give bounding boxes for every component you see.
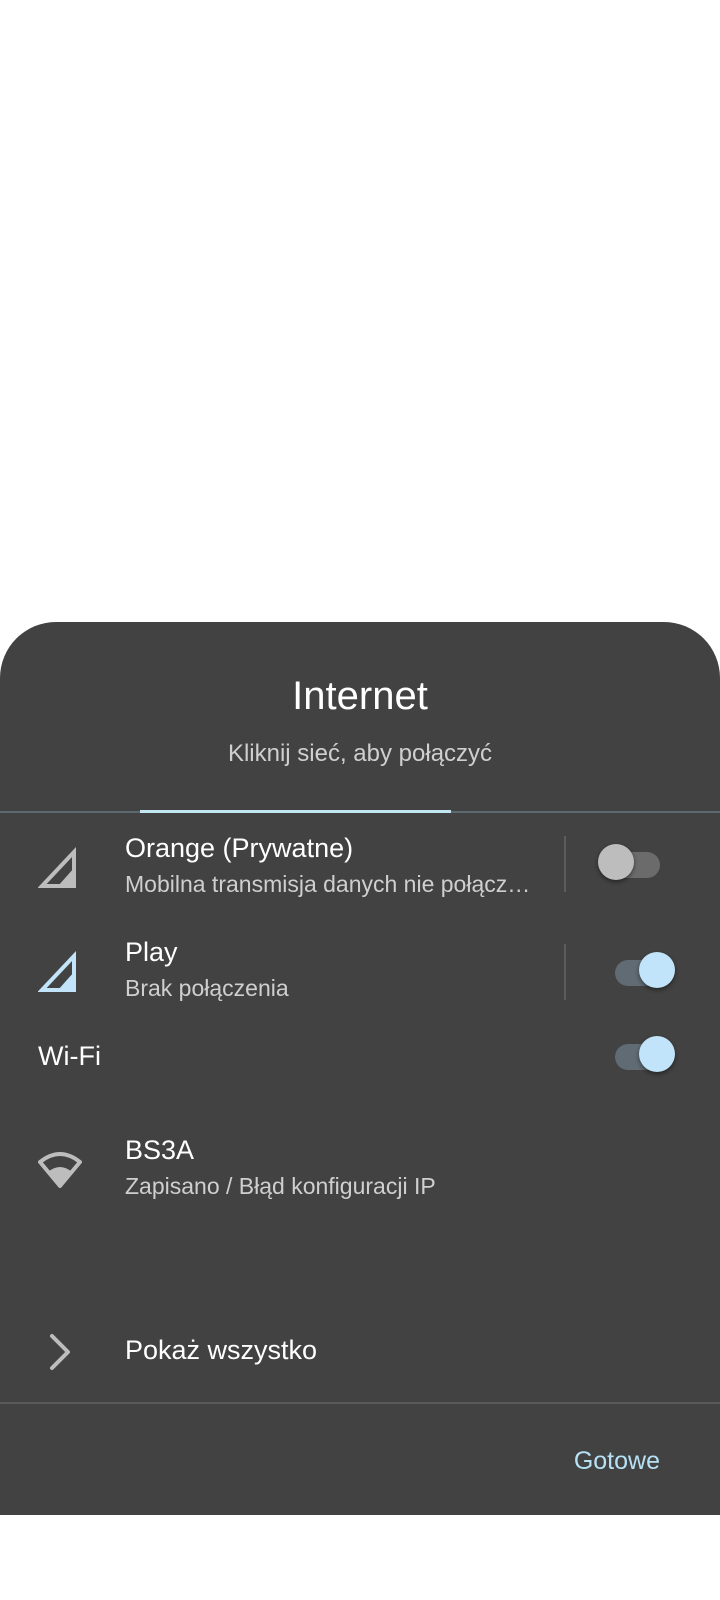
network-row-orange[interactable]: Orange (Prywatne) Mobilna transmisja dan…	[0, 818, 720, 908]
screen: Internet Kliknij sieć, aby połączyć Oran…	[0, 0, 720, 1600]
signal-icon	[37, 950, 82, 994]
done-button[interactable]: Gotowe	[566, 1442, 668, 1480]
network-status: Mobilna transmisja danych nie połączona	[125, 871, 535, 897]
panel-subtitle: Kliknij sieć, aby połączyć	[227, 740, 493, 767]
orange-data-toggle[interactable]	[598, 844, 660, 880]
wifi-label: Wi-Fi	[38, 1041, 101, 1071]
toggle-thumb	[598, 844, 634, 880]
wifi-row[interactable]: Wi-Fi	[0, 1022, 720, 1092]
network-status: Zapisano / Błąd konfiguracji IP	[125, 1173, 436, 1199]
network-name: BS3A	[125, 1135, 195, 1165]
divider	[0, 1402, 720, 1404]
scan-progress-indicator	[140, 810, 451, 813]
internet-panel: Internet Kliknij sieć, aby połączyć Oran…	[0, 622, 720, 1515]
signal-icon	[37, 846, 82, 890]
wifi-network-row[interactable]: BS3A Zapisano / Błąd konfiguracji IP	[0, 1122, 720, 1212]
panel-title: Internet	[292, 674, 428, 718]
chevron-right-icon	[38, 1330, 82, 1374]
network-name: Play	[125, 937, 178, 967]
vertical-divider	[564, 836, 566, 892]
network-row-play[interactable]: Play Brak połączenia	[0, 922, 720, 1012]
toggle-thumb	[639, 1036, 675, 1072]
play-data-toggle[interactable]	[615, 952, 675, 988]
network-status: Brak połączenia	[125, 975, 289, 1001]
wifi-icon	[38, 1146, 82, 1190]
toggle-thumb	[639, 952, 675, 988]
network-name: Orange (Prywatne)	[125, 833, 354, 863]
show-all-label: Pokaż wszystko	[125, 1335, 318, 1365]
show-all-button[interactable]: Pokaż wszystko	[0, 1322, 720, 1382]
wifi-toggle[interactable]	[615, 1036, 675, 1072]
vertical-divider	[564, 944, 566, 1000]
